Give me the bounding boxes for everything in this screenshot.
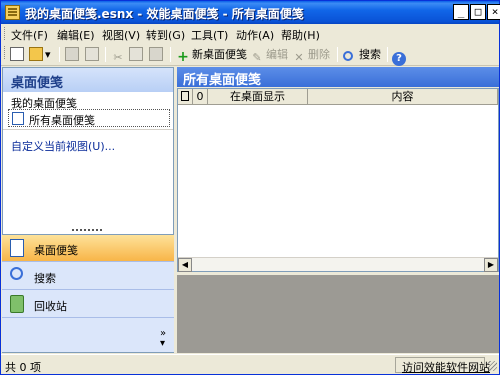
customize-view-link[interactable]: 自定义当前视图(U)... [11, 138, 115, 154]
search-label: 搜索 [359, 48, 381, 61]
menu-bar: 文件(F) 编辑(E) 视图(V) 转到(G) 工具(T) 动作(A) 帮助(H… [1, 24, 499, 43]
scroll-left-icon[interactable]: ◀ [178, 258, 192, 272]
menubar-grip[interactable] [4, 27, 7, 40]
visit-website-link[interactable]: 访问效能软件网站 [395, 357, 490, 374]
print-preview-icon [85, 47, 99, 61]
column-content[interactable]: 内容 [308, 89, 498, 105]
delete-label: 删除 [308, 48, 330, 61]
paste-button[interactable] [149, 46, 165, 63]
new-file-button[interactable] [10, 46, 26, 63]
copy-button[interactable] [129, 46, 145, 63]
note-type-icon [181, 91, 189, 101]
pencil-icon: ✎ [252, 51, 262, 64]
new-file-icon [10, 47, 24, 61]
resize-grip[interactable] [487, 361, 497, 371]
print-button[interactable] [65, 46, 81, 63]
menu-goto[interactable]: 转到(G) [146, 27, 185, 43]
copy-icon [129, 47, 143, 61]
help-button[interactable]: ? [392, 46, 408, 66]
nav-item-recycle-bin-label: 回收站 [34, 300, 67, 313]
delete-x-icon: ✕ [294, 51, 304, 64]
nav-item-recycle-bin[interactable]: 回收站 [2, 291, 174, 318]
column-show-on-desktop[interactable]: 在桌面显示 [208, 89, 308, 105]
menu-view[interactable]: 视图(V) [102, 27, 140, 43]
menu-tools[interactable]: 工具(T) [191, 27, 228, 43]
maximize-button[interactable]: □ [470, 4, 486, 20]
cut-icon: ✂ [113, 51, 123, 64]
nav-item-search-label: 搜索 [34, 272, 56, 285]
plus-icon: + [177, 49, 189, 65]
horizontal-scrollbar[interactable]: ◀ ▶ [178, 257, 498, 272]
title-bar[interactable]: 我的桌面便笺.esnx - 效能桌面便笺 - 所有桌面便笺 _ □ × [1, 1, 500, 24]
scroll-right-icon[interactable]: ▶ [484, 258, 498, 272]
notes-pane: 所有桌面便笺 0 在桌面显示 内容 ◀ ▶ [177, 67, 499, 353]
status-bar: 共 0 项 访问效能软件网站 [1, 354, 499, 374]
open-button[interactable]: ▾ [29, 46, 51, 63]
nav-item-notes[interactable]: 桌面便笺 [2, 235, 174, 262]
menu-file[interactable]: 文件(F) [11, 27, 48, 43]
note-folder-icon [12, 112, 24, 125]
help-icon: ? [392, 52, 406, 66]
edit-button[interactable]: ✎ 编辑 [250, 46, 288, 64]
folder-all-notes-label: 所有桌面便笺 [29, 114, 95, 127]
column-attachment[interactable]: 0 [193, 89, 208, 105]
notes-list[interactable]: 0 在桌面显示 内容 ◀ ▶ [177, 88, 499, 272]
toolbar: ▾ ✂ + 新桌面便笺 ✎ 编辑 ✕ 删除 搜索 ? [1, 43, 499, 66]
new-note-label: 新桌面便笺 [192, 48, 247, 61]
menu-action[interactable]: 动作(A) [236, 27, 274, 43]
navigation-pane: 桌面便笺 搜索 回收站 » ▾ [2, 229, 174, 352]
item-count: 共 0 项 [5, 361, 41, 374]
print-preview-button[interactable] [85, 46, 101, 63]
edit-label: 编辑 [266, 48, 288, 61]
paste-icon [149, 47, 163, 61]
cut-button[interactable]: ✂ [111, 46, 127, 64]
notes-pane-header: 所有桌面便笺 [177, 67, 499, 88]
open-folder-icon [29, 47, 43, 61]
note-preview-area [177, 275, 499, 353]
toolbar-grip[interactable] [4, 46, 7, 59]
paperclip-icon: 0 [196, 90, 204, 103]
nav-item-notes-label: 桌面便笺 [34, 244, 78, 257]
folder-all-notes[interactable]: 所有桌面便笺 [8, 109, 170, 127]
folder-pane-header: 桌面便笺 [3, 68, 173, 92]
new-note-button[interactable]: + 新桌面便笺 [176, 46, 247, 65]
nav-item-search[interactable]: 搜索 [2, 263, 174, 290]
main-window: 我的桌面便笺.esnx - 效能桌面便笺 - 所有桌面便笺 _ □ × 文件(F… [0, 0, 500, 375]
search-icon [10, 267, 23, 280]
configure-buttons-chevron-icon[interactable]: » ▾ [160, 329, 166, 349]
notes-icon [10, 239, 24, 257]
column-type-icon[interactable] [178, 89, 193, 105]
nav-splitter-grip[interactable] [72, 229, 102, 232]
minimize-button[interactable]: _ [453, 4, 469, 20]
window-title: 我的桌面便笺.esnx - 效能桌面便笺 - 所有桌面便笺 [25, 7, 304, 21]
print-icon [65, 47, 79, 61]
search-button[interactable]: 搜索 [343, 46, 381, 63]
close-button[interactable]: × [487, 4, 500, 20]
magnifier-icon [343, 51, 353, 61]
app-notes-icon[interactable] [5, 5, 20, 20]
menu-help[interactable]: 帮助(H) [281, 27, 320, 43]
menu-edit[interactable]: 编辑(E) [57, 27, 95, 43]
folder-divider [3, 129, 173, 130]
recycle-bin-icon [10, 295, 24, 313]
delete-button[interactable]: ✕ 删除 [292, 46, 330, 64]
